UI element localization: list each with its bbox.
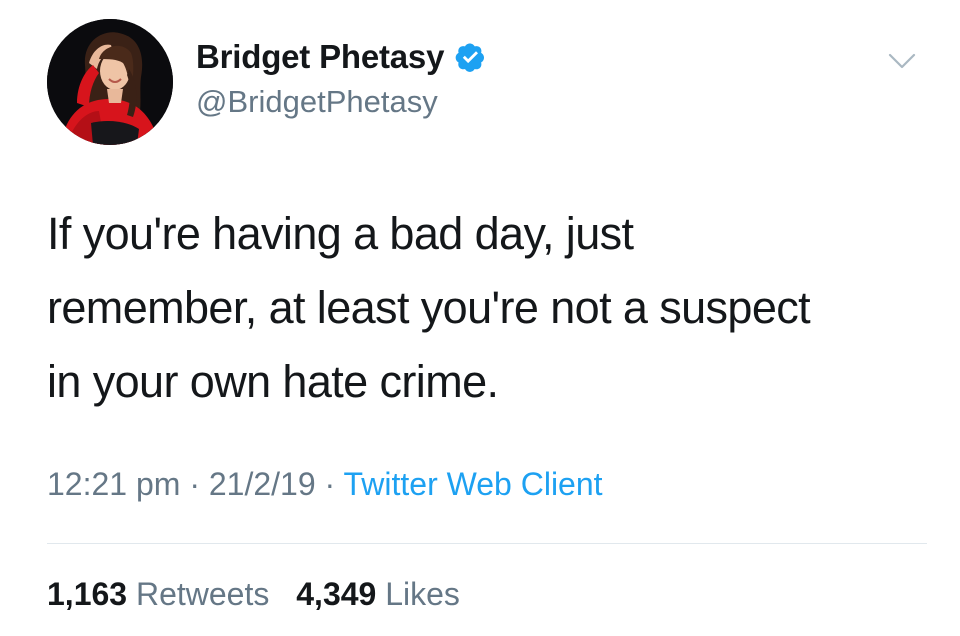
display-name[interactable]: Bridget Phetasy — [196, 38, 444, 76]
retweets-label: Retweets — [135, 576, 270, 612]
chevron-down-icon[interactable] — [886, 50, 918, 72]
tweet-text-line: If you're having a bad day, just — [47, 208, 634, 259]
author-info: Bridget Phetasy @BridgetPhetasy — [196, 38, 486, 120]
tweet-stats: 1,163 Retweets 4,349 Likes — [47, 576, 460, 613]
likes-label: Likes — [385, 576, 460, 612]
tweet-text-line: remember, at least you're not a suspect — [47, 282, 811, 333]
tweet-date[interactable]: 21/2/19 — [209, 466, 316, 502]
handle[interactable]: @BridgetPhetasy — [196, 84, 486, 120]
likes-count: 4,349 — [296, 576, 377, 612]
name-row: Bridget Phetasy — [196, 38, 486, 76]
verified-badge-icon — [454, 41, 486, 73]
tweet-source-link[interactable]: Twitter Web Client — [343, 466, 602, 502]
likes-stat[interactable]: 4,349 Likes — [296, 576, 460, 612]
meta-separator: · — [324, 466, 336, 502]
retweets-stat[interactable]: 1,163 Retweets — [47, 576, 278, 612]
retweets-count: 1,163 — [47, 576, 128, 612]
tweet-text: If you're having a bad day, just remembe… — [47, 197, 927, 419]
avatar[interactable] — [47, 19, 173, 145]
meta-separator: · — [189, 466, 200, 502]
divider — [47, 543, 927, 544]
tweet-time[interactable]: 12:21 pm — [47, 466, 180, 502]
tweet-meta: 12:21 pm · 21/2/19 · Twitter Web Client — [47, 466, 603, 503]
tweet-card: Bridget Phetasy @BridgetPhetasy If you'r… — [0, 0, 960, 636]
avatar-image — [47, 19, 173, 145]
tweet-text-line: in your own hate crime. — [47, 356, 499, 407]
